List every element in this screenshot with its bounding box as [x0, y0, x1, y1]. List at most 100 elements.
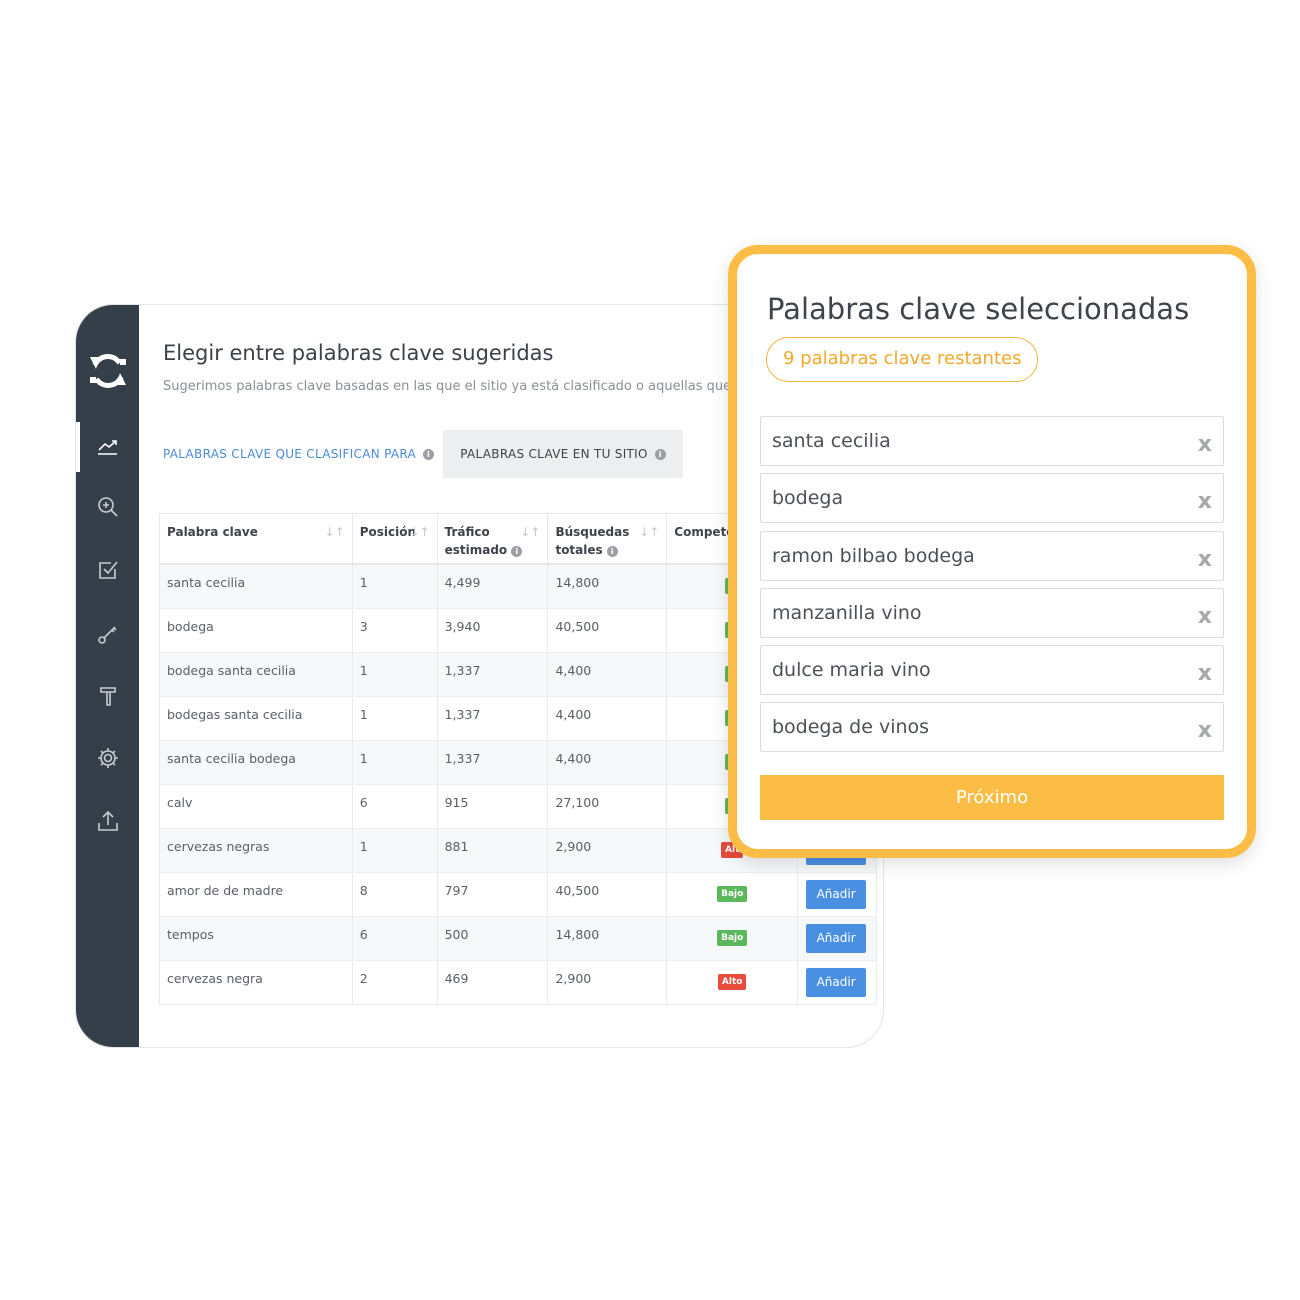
position-cell: 2: [353, 961, 438, 1004]
action-cell: Añadir: [798, 961, 877, 1004]
keyword-cell: tempos: [160, 917, 353, 960]
keyword-cell: bodegas santa cecilia: [160, 697, 353, 740]
add-keyword-button[interactable]: Añadir: [806, 968, 867, 997]
remove-keyword-icon[interactable]: x: [1198, 661, 1212, 686]
sidebar: [76, 305, 139, 1047]
remove-keyword-icon[interactable]: x: [1198, 547, 1212, 572]
traffic-cell: 797: [438, 873, 549, 916]
checkbox-icon: [98, 561, 118, 579]
header-label: Búsquedas: [555, 525, 630, 539]
column-searches[interactable]: Búsquedas totales i ↓↑: [548, 514, 668, 563]
position-cell: 1: [353, 829, 438, 872]
competition-badge: Bajo: [717, 930, 748, 946]
position-cell: 6: [353, 917, 438, 960]
header-label: Tráfico: [444, 525, 490, 539]
searches-cell: 2,900: [548, 829, 668, 872]
selected-keyword-label: santa cecilia: [772, 430, 891, 452]
sort-icon[interactable]: ↓↑: [520, 523, 540, 541]
header-label: Compete: [674, 525, 735, 539]
tab-ranking-keywords[interactable]: PALABRAS CLAVE QUE CLASIFICAN PARA i: [163, 430, 435, 478]
remove-keyword-icon[interactable]: x: [1198, 718, 1212, 743]
header-label: totales: [555, 543, 603, 557]
selected-keyword-list: santa cecilia x bodega x ramon bilbao bodega…: [760, 416, 1224, 760]
nav-settings[interactable]: [76, 733, 139, 783]
position-cell: 1: [353, 653, 438, 696]
keyword-cell: bodega: [160, 609, 353, 652]
sort-icon[interactable]: ↓↑: [410, 523, 430, 541]
competition-badge: Bajo: [717, 886, 748, 902]
tab-site-keywords[interactable]: PALABRAS CLAVE EN TU SITIO i: [443, 430, 683, 478]
column-position[interactable]: Posición ↓↑: [353, 514, 438, 563]
key-icon: [97, 626, 117, 644]
searches-cell: 2,900: [548, 961, 668, 1004]
remove-keyword-icon[interactable]: x: [1198, 489, 1212, 514]
selected-keyword-item: manzanilla vino x: [760, 587, 1224, 638]
next-button[interactable]: Próximo: [760, 775, 1224, 820]
position-cell: 1: [353, 697, 438, 740]
action-cell: Añadir: [798, 873, 877, 916]
tab-label: PALABRAS CLAVE EN TU SITIO: [460, 447, 648, 461]
info-icon[interactable]: i: [423, 448, 435, 460]
tab-label: PALABRAS CLAVE QUE CLASIFICAN PARA: [163, 447, 417, 461]
searches-cell: 14,800: [548, 565, 668, 608]
traffic-cell: 915: [438, 785, 549, 828]
zoom-in-icon: [97, 497, 118, 517]
header-label: Posición: [359, 525, 417, 539]
sort-icon[interactable]: ↓↑: [639, 523, 659, 541]
position-cell: 8: [353, 873, 438, 916]
nav-rank-tracking[interactable]: [76, 422, 139, 472]
remaining-count-badge: 9 palabras clave restantes: [766, 337, 1039, 382]
selected-keyword-item: bodega x: [760, 473, 1224, 524]
searches-cell: 40,500: [548, 873, 668, 916]
traffic-cell: 881: [438, 829, 549, 872]
position-cell: 1: [353, 565, 438, 608]
column-keyword[interactable]: Palabra clave ↓↑: [160, 514, 353, 563]
header-label: Palabra clave: [167, 525, 258, 539]
info-icon[interactable]: i: [606, 546, 618, 557]
traffic-cell: 1,337: [438, 697, 549, 740]
selected-keyword-item: santa cecilia x: [760, 416, 1224, 466]
gear-icon: [97, 748, 118, 768]
sort-icon[interactable]: ↓↑: [325, 523, 345, 541]
nav-tasks[interactable]: [76, 545, 139, 595]
position-cell: 1: [353, 741, 438, 784]
selected-keyword-item: dulce maria vino x: [760, 645, 1224, 696]
keyword-cell: cervezas negra: [160, 961, 353, 1004]
nav-search[interactable]: [76, 482, 139, 532]
column-traffic[interactable]: Tráfico estimado i ↓↑: [438, 514, 549, 563]
competition-badge: Alto: [717, 974, 747, 990]
table-row: tempos 6 500 14,800 Bajo Añadir: [160, 917, 877, 961]
info-icon[interactable]: i: [654, 448, 666, 460]
nav-tools[interactable]: [76, 671, 139, 721]
competition-cell: Bajo: [667, 917, 799, 960]
remove-keyword-icon[interactable]: x: [1198, 604, 1212, 629]
keyword-cell: bodega santa cecilia: [160, 653, 353, 696]
add-keyword-button[interactable]: Añadir: [806, 880, 867, 909]
hammer-icon: [99, 687, 116, 706]
table-row: cervezas negra 2 469 2,900 Alto Añadir: [160, 961, 877, 1005]
searches-cell: 27,100: [548, 785, 668, 828]
keyword-cell: santa cecilia: [160, 565, 353, 608]
nav-keywords[interactable]: [76, 609, 139, 659]
selected-keyword-label: dulce maria vino: [772, 659, 931, 682]
info-icon[interactable]: i: [511, 546, 523, 557]
panel-title: Palabras clave seleccionadas: [767, 292, 1190, 326]
selected-keyword-label: bodega: [772, 487, 844, 510]
nav-export[interactable]: [76, 796, 139, 846]
table-row: amor de de madre 8 797 40,500 Bajo Añadir: [160, 873, 877, 917]
gear-arrows-logo[interactable]: [84, 347, 132, 395]
competition-cell: Alto: [667, 961, 799, 1004]
keyword-cell: amor de de madre: [160, 873, 353, 916]
remove-keyword-icon[interactable]: x: [1198, 432, 1212, 457]
searches-cell: 14,800: [548, 917, 668, 960]
searches-cell: 40,500: [548, 609, 668, 652]
traffic-cell: 469: [438, 961, 549, 1004]
add-keyword-button[interactable]: Añadir: [806, 924, 867, 953]
traffic-cell: 3,940: [438, 609, 549, 652]
header-label: estimado: [444, 543, 508, 557]
selected-keyword-item: bodega de vinos x: [760, 702, 1224, 753]
keyword-cell: cervezas negras: [160, 829, 353, 872]
trend-chart-icon: [97, 440, 117, 455]
selected-keyword-label: ramon bilbao bodega: [772, 544, 975, 567]
action-cell: Añadir: [798, 917, 877, 960]
